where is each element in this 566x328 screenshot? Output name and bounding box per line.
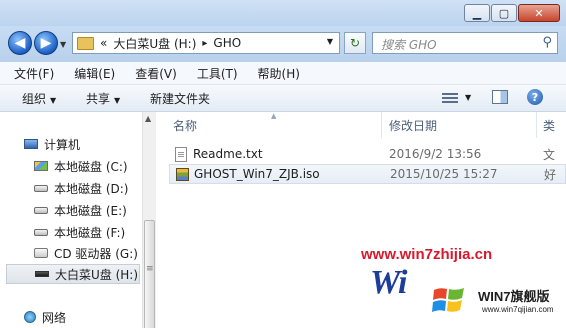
watermark-url: www.win7qijian.com xyxy=(482,305,554,314)
file-row[interactable]: GHOST_Win7_ZJB.iso 2015/10/25 15:27 好 xyxy=(169,164,566,184)
address-row: ◀ ▶ ▼ « 大白菜U盘 (H:) ▸ GHO ▼ ↻ 搜索 GHO ⚲ xyxy=(0,26,566,62)
menu-bar: 文件(F) 编辑(E) 查看(V) 工具(T) 帮助(H) xyxy=(0,62,566,85)
address-dropdown-icon[interactable]: ▼ xyxy=(327,37,333,46)
menu-edit[interactable]: 编辑(E) xyxy=(68,65,121,82)
explorer-window: ▁ ▢ ✕ ◀ ▶ ▼ « 大白菜U盘 (H:) ▸ GHO ▼ ↻ 搜索 GH… xyxy=(0,0,566,328)
back-arrow-icon: ◀ xyxy=(14,35,26,51)
menu-help[interactable]: 帮助(H) xyxy=(252,65,306,82)
organize-button[interactable]: 组织 ▼ xyxy=(22,90,56,107)
view-options-dropdown[interactable]: ▼ xyxy=(465,93,471,102)
nav-item-label: 本地磁盘 (E:) xyxy=(54,203,127,218)
file-row[interactable]: Readme.txt 2016/9/2 13:56 文 xyxy=(169,144,566,164)
chevron-down-icon: ▼ xyxy=(50,96,57,105)
watermark-logo: Wi xyxy=(370,264,407,301)
column-header-name[interactable]: 名称 xyxy=(173,112,197,138)
chevron-down-icon: ▼ xyxy=(114,96,121,105)
network-icon xyxy=(24,311,36,323)
search-icon[interactable]: ⚲ xyxy=(542,35,552,50)
usb-drive-icon xyxy=(35,271,49,277)
help-icon[interactable]: ? xyxy=(527,89,543,105)
menu-tools[interactable]: 工具(T) xyxy=(191,65,244,82)
file-type: 好 xyxy=(544,167,557,182)
winrar-archive-icon xyxy=(176,167,189,181)
forward-arrow-icon: ▶ xyxy=(40,35,52,51)
nav-item-drive-h[interactable]: 大白菜U盘 (H:) xyxy=(6,264,140,284)
watermark-site: www.win7zhijia.cn xyxy=(361,246,493,263)
hard-drive-icon xyxy=(34,228,48,236)
share-button[interactable]: 共享 ▼ xyxy=(86,90,120,107)
file-date: 2016/9/2 13:56 xyxy=(389,147,482,161)
file-type: 文 xyxy=(543,147,556,162)
change-view-icon[interactable] xyxy=(442,91,458,103)
forward-button[interactable]: ▶ xyxy=(34,31,58,55)
breadcrumb-overflow[interactable]: « xyxy=(100,36,107,50)
navigation-scrollbar[interactable]: ▲ ≡ xyxy=(142,112,156,328)
file-name: Readme.txt xyxy=(193,147,263,161)
scrollbar-thumb[interactable] xyxy=(144,220,155,328)
organize-label: 组织 xyxy=(22,92,47,106)
command-bar: 组织 ▼ 共享 ▼ 新建文件夹 ▼ ? xyxy=(0,85,566,112)
file-date: 2015/10/25 15:27 xyxy=(390,167,498,181)
breadcrumb-gho[interactable]: GHO xyxy=(213,36,241,50)
breadcrumb-separator-icon[interactable]: ▸ xyxy=(202,38,207,49)
watermark-brand: WIN7旗舰版 xyxy=(478,289,550,304)
sort-ascending-icon: ▲ xyxy=(271,112,277,120)
nav-item-label: 大白菜U盘 (H:) xyxy=(55,267,139,282)
column-header-date[interactable]: 修改日期 xyxy=(389,112,437,138)
cd-drive-icon xyxy=(34,248,48,258)
nav-item-label: 计算机 xyxy=(44,137,81,152)
refresh-icon: ↻ xyxy=(349,36,361,50)
refresh-button[interactable]: ↻ xyxy=(344,32,366,54)
back-button[interactable]: ◀ xyxy=(8,31,32,55)
menu-file[interactable]: 文件(F) xyxy=(8,65,60,82)
file-name: GHOST_Win7_ZJB.iso xyxy=(194,167,320,181)
nav-item-label: 网络 xyxy=(42,310,67,325)
column-header-type[interactable]: 类 xyxy=(543,112,555,138)
nav-item-label: CD 驱动器 (G:) xyxy=(54,246,138,261)
minimize-button[interactable]: ▁ xyxy=(464,4,490,22)
folder-icon xyxy=(77,36,94,50)
text-file-icon xyxy=(175,146,187,162)
column-divider[interactable] xyxy=(536,112,537,138)
address-bar[interactable]: « 大白菜U盘 (H:) ▸ GHO ▼ xyxy=(72,32,340,54)
column-divider[interactable] xyxy=(381,112,382,138)
preview-pane-icon[interactable] xyxy=(492,90,508,104)
scrollbar-grip-icon: ≡ xyxy=(146,264,154,274)
share-label: 共享 xyxy=(86,92,111,106)
search-placeholder: 搜索 GHO xyxy=(381,38,437,52)
navigation-pane: 计算机 本地磁盘 (C:) 本地磁盘 (D:) 本地磁盘 (E:) 本地磁盘 (… xyxy=(0,112,142,328)
close-button[interactable]: ✕ xyxy=(518,4,560,22)
new-folder-button[interactable]: 新建文件夹 xyxy=(150,90,210,107)
system-drive-icon xyxy=(34,161,48,171)
search-input[interactable]: 搜索 GHO ⚲ xyxy=(372,32,558,54)
hard-drive-icon xyxy=(34,184,48,192)
computer-icon xyxy=(24,139,38,149)
nav-item-label: 本地磁盘 (D:) xyxy=(54,181,129,196)
nav-item-label: 本地磁盘 (F:) xyxy=(54,225,126,240)
maximize-button[interactable]: ▢ xyxy=(491,4,517,22)
hard-drive-icon xyxy=(34,206,48,214)
scroll-up-icon[interactable]: ▲ xyxy=(145,114,151,123)
nav-item-label: 本地磁盘 (C:) xyxy=(54,159,128,174)
caption-buttons: ▁ ▢ ✕ xyxy=(463,4,560,24)
menu-view[interactable]: 查看(V) xyxy=(129,65,183,82)
breadcrumb-drive-h[interactable]: 大白菜U盘 (H:) xyxy=(113,35,196,52)
title-bar: ▁ ▢ ✕ xyxy=(0,0,566,26)
recent-pages-dropdown[interactable]: ▼ xyxy=(60,40,66,49)
windows-flag-icon xyxy=(432,288,464,312)
